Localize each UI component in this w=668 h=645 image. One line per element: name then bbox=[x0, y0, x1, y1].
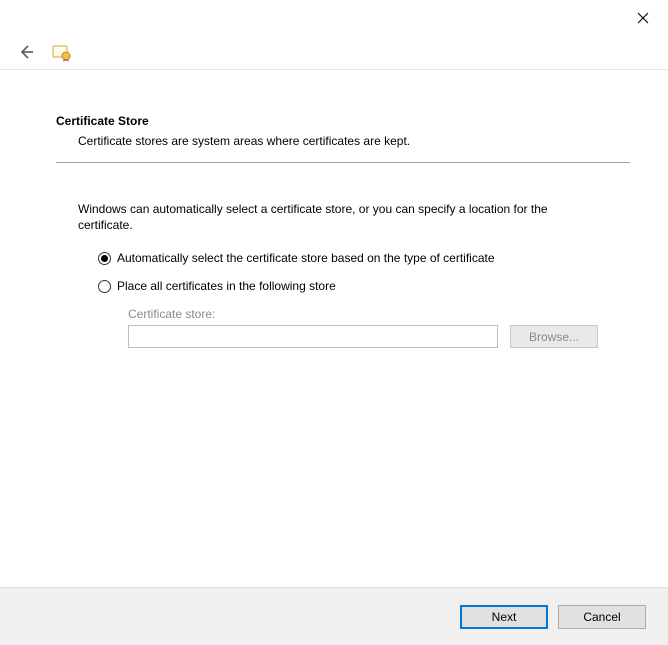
close-button[interactable] bbox=[628, 6, 658, 30]
radio-manual-label: Place all certificates in the following … bbox=[117, 279, 336, 293]
page-subtitle: Certificate stores are system areas wher… bbox=[56, 134, 630, 148]
radio-button-icon bbox=[98, 280, 111, 293]
certificate-wizard-icon bbox=[50, 41, 72, 63]
certificate-store-label: Certificate store: bbox=[128, 307, 630, 321]
page-title: Certificate Store bbox=[56, 114, 630, 128]
back-button[interactable] bbox=[14, 40, 38, 64]
radio-auto-label: Automatically select the certificate sto… bbox=[117, 251, 495, 265]
radio-button-icon bbox=[98, 252, 111, 265]
wizard-content: Certificate Store Certificate stores are… bbox=[0, 70, 668, 348]
divider bbox=[56, 162, 630, 163]
back-arrow-icon bbox=[17, 43, 35, 61]
certificate-store-input bbox=[128, 325, 498, 348]
navbar bbox=[0, 34, 668, 70]
intro-text: Windows can automatically select a certi… bbox=[56, 201, 596, 233]
radio-auto-select[interactable]: Automatically select the certificate sto… bbox=[98, 251, 630, 265]
close-icon bbox=[637, 12, 649, 24]
wizard-footer: Next Cancel bbox=[0, 587, 668, 645]
certificate-store-block: Certificate store: Browse... bbox=[56, 307, 630, 348]
store-selection-radio-group: Automatically select the certificate sto… bbox=[56, 251, 630, 293]
cancel-button[interactable]: Cancel bbox=[558, 605, 646, 629]
titlebar bbox=[0, 0, 668, 34]
radio-manual-select[interactable]: Place all certificates in the following … bbox=[98, 279, 630, 293]
next-button[interactable]: Next bbox=[460, 605, 548, 629]
browse-button: Browse... bbox=[510, 325, 598, 348]
